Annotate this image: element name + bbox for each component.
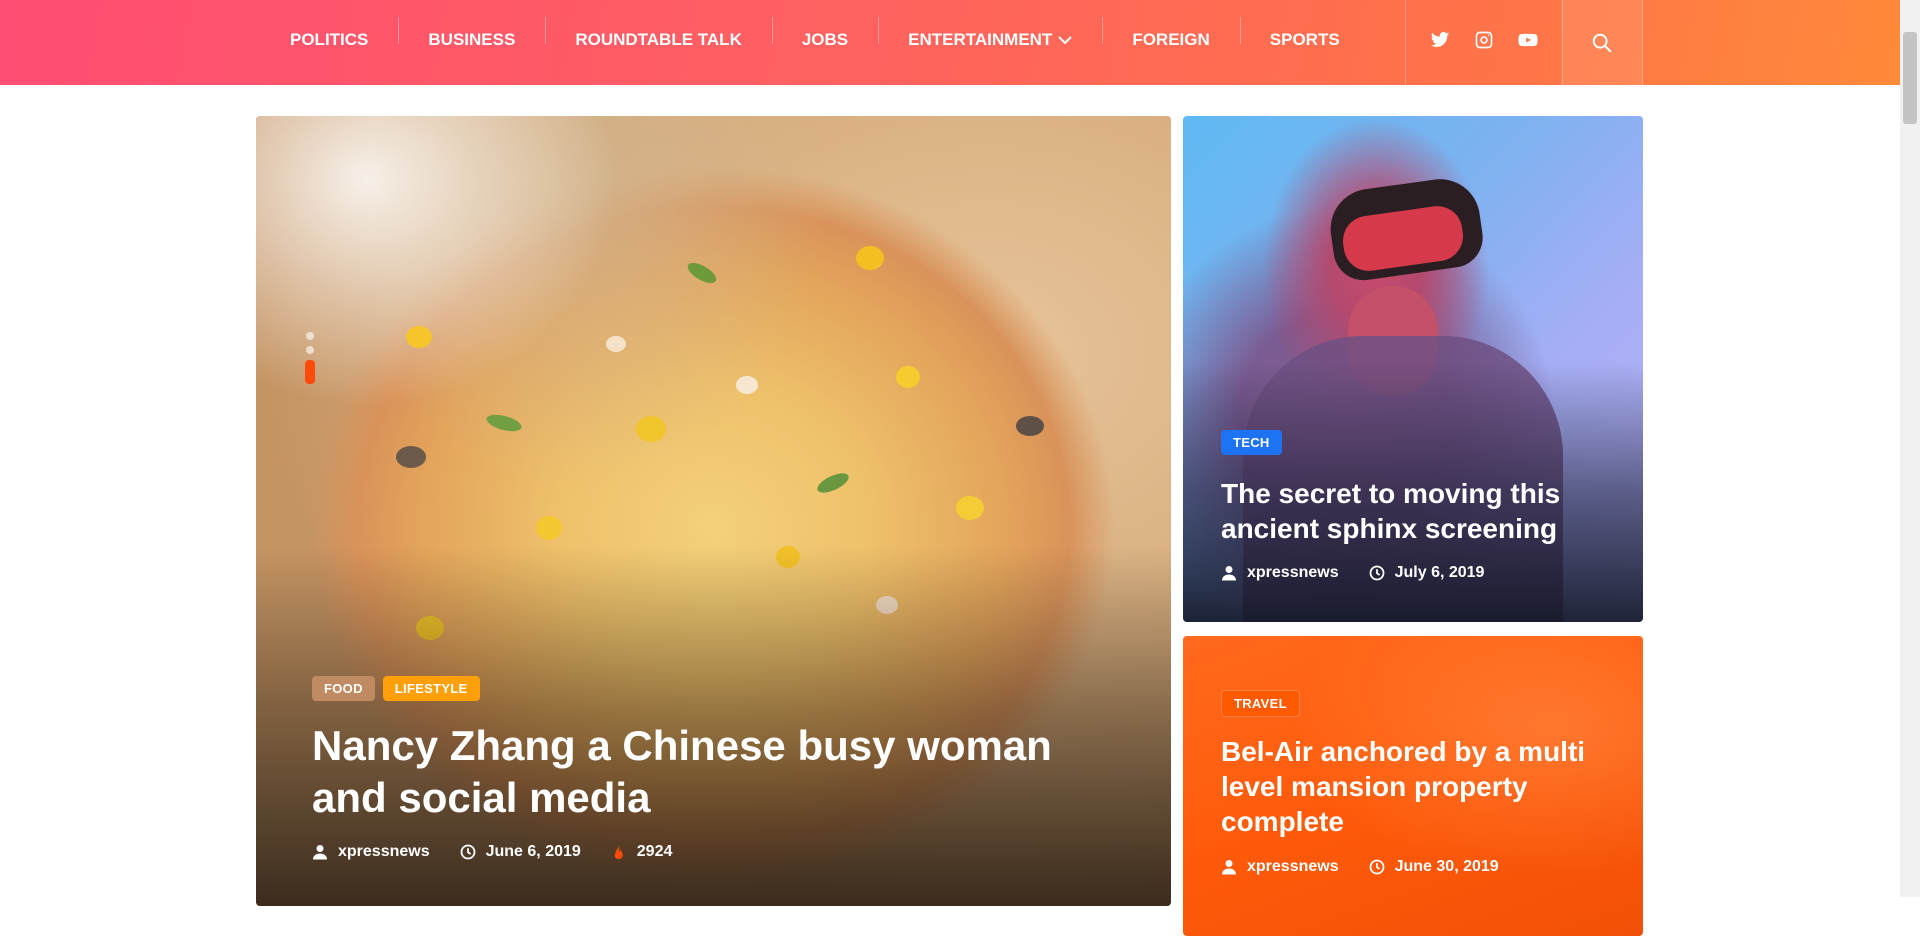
date-text: July 6, 2019 <box>1394 564 1485 581</box>
top-navigation-bar: POLITICS BUSINESS ROUNDTABLE TALK JOBS E… <box>0 0 1900 85</box>
view-count-text: 2924 <box>636 843 673 860</box>
author[interactable]: xpressnews <box>1221 564 1339 582</box>
nav-label: SPORTS <box>1269 30 1340 49</box>
main-nav: POLITICS BUSINESS ROUNDTABLE TALK JOBS E… <box>260 0 1370 80</box>
scrollbar-thumb[interactable] <box>1903 32 1917 124</box>
nav-label: JOBS <box>801 30 849 49</box>
fire-icon <box>614 845 623 860</box>
featured-post-meta: xpressnews June 6, 2019 2924 <box>312 843 702 861</box>
nav-label: ROUNDTABLE TALK <box>575 30 742 49</box>
nav-label: POLITICS <box>290 30 369 49</box>
post-date: June 30, 2019 <box>1369 858 1499 876</box>
nav-item-jobs[interactable]: JOBS <box>771 17 878 50</box>
chevron-down-icon <box>1058 36 1073 45</box>
nav-item-sports[interactable]: SPORTS <box>1239 17 1370 50</box>
slider-pagination <box>305 326 315 390</box>
tag-tech[interactable]: TECH <box>1221 430 1282 455</box>
youtube-icon[interactable] <box>1518 30 1538 55</box>
side-post-title[interactable]: The secret to moving this ancient sphinx… <box>1221 476 1621 546</box>
search-icon <box>1592 33 1611 52</box>
author[interactable]: xpressnews <box>312 843 430 861</box>
view-count: 2924 <box>611 843 673 861</box>
social-links <box>1405 0 1563 85</box>
featured-post-title[interactable]: Nancy Zhang a Chinese busy woman and soc… <box>312 720 1112 824</box>
author[interactable]: xpressnews <box>1221 858 1339 876</box>
tag-food[interactable]: FOOD <box>312 676 375 701</box>
date-text: June 30, 2019 <box>1394 858 1499 875</box>
side-post-card[interactable]: TRAVEL Bel-Air anchored by a multi level… <box>1183 636 1643 936</box>
nav-item-roundtable-talk[interactable]: ROUNDTABLE TALK <box>545 17 772 50</box>
nav-item-business[interactable]: BUSINESS <box>398 17 545 50</box>
clock-icon <box>1369 565 1385 581</box>
nav-item-foreign[interactable]: FOREIGN <box>1102 17 1239 50</box>
tag-travel[interactable]: TRAVEL <box>1221 690 1300 717</box>
side-post-meta: xpressnews July 6, 2019 <box>1221 564 1514 582</box>
side-post-title[interactable]: Bel-Air anchored by a multi level mansio… <box>1221 734 1621 839</box>
side-post-tags: TRAVEL <box>1221 690 1300 717</box>
side-post-card[interactable]: TECH The secret to moving this ancient s… <box>1183 116 1643 622</box>
search-button[interactable] <box>1561 0 1643 85</box>
slider-dot[interactable] <box>306 332 314 340</box>
nav-item-entertainment[interactable]: ENTERTAINMENT <box>878 17 1102 50</box>
clock-icon <box>1369 859 1385 875</box>
twitter-icon[interactable] <box>1430 30 1450 55</box>
nav-label: BUSINESS <box>428 30 516 49</box>
featured-post-tags: FOOD LIFESTYLE <box>312 676 480 701</box>
user-icon <box>313 845 327 860</box>
author-name: xpressnews <box>1247 858 1339 875</box>
date-text: June 6, 2019 <box>485 843 581 860</box>
slider-dot[interactable] <box>306 346 314 354</box>
author-name: xpressnews <box>1247 564 1339 581</box>
nav-label: FOREIGN <box>1132 30 1210 49</box>
user-icon <box>1222 860 1236 875</box>
side-post-meta: xpressnews June 30, 2019 <box>1221 858 1529 876</box>
author-name: xpressnews <box>338 843 430 860</box>
nav-item-politics[interactable]: POLITICS <box>260 30 398 50</box>
nav-label: ENTERTAINMENT <box>908 30 1053 49</box>
instagram-icon[interactable] <box>1474 30 1494 55</box>
post-date: June 6, 2019 <box>460 843 581 861</box>
user-icon <box>1222 566 1236 581</box>
clock-icon <box>460 844 476 860</box>
featured-post-card[interactable]: FOOD LIFESTYLE Nancy Zhang a Chinese bus… <box>256 116 1171 906</box>
side-post-tags: TECH <box>1221 430 1282 455</box>
page-scrollbar[interactable] <box>1900 0 1920 897</box>
post-date: July 6, 2019 <box>1369 564 1485 582</box>
tag-lifestyle[interactable]: LIFESTYLE <box>382 676 480 701</box>
slider-dot-active[interactable] <box>305 360 315 384</box>
